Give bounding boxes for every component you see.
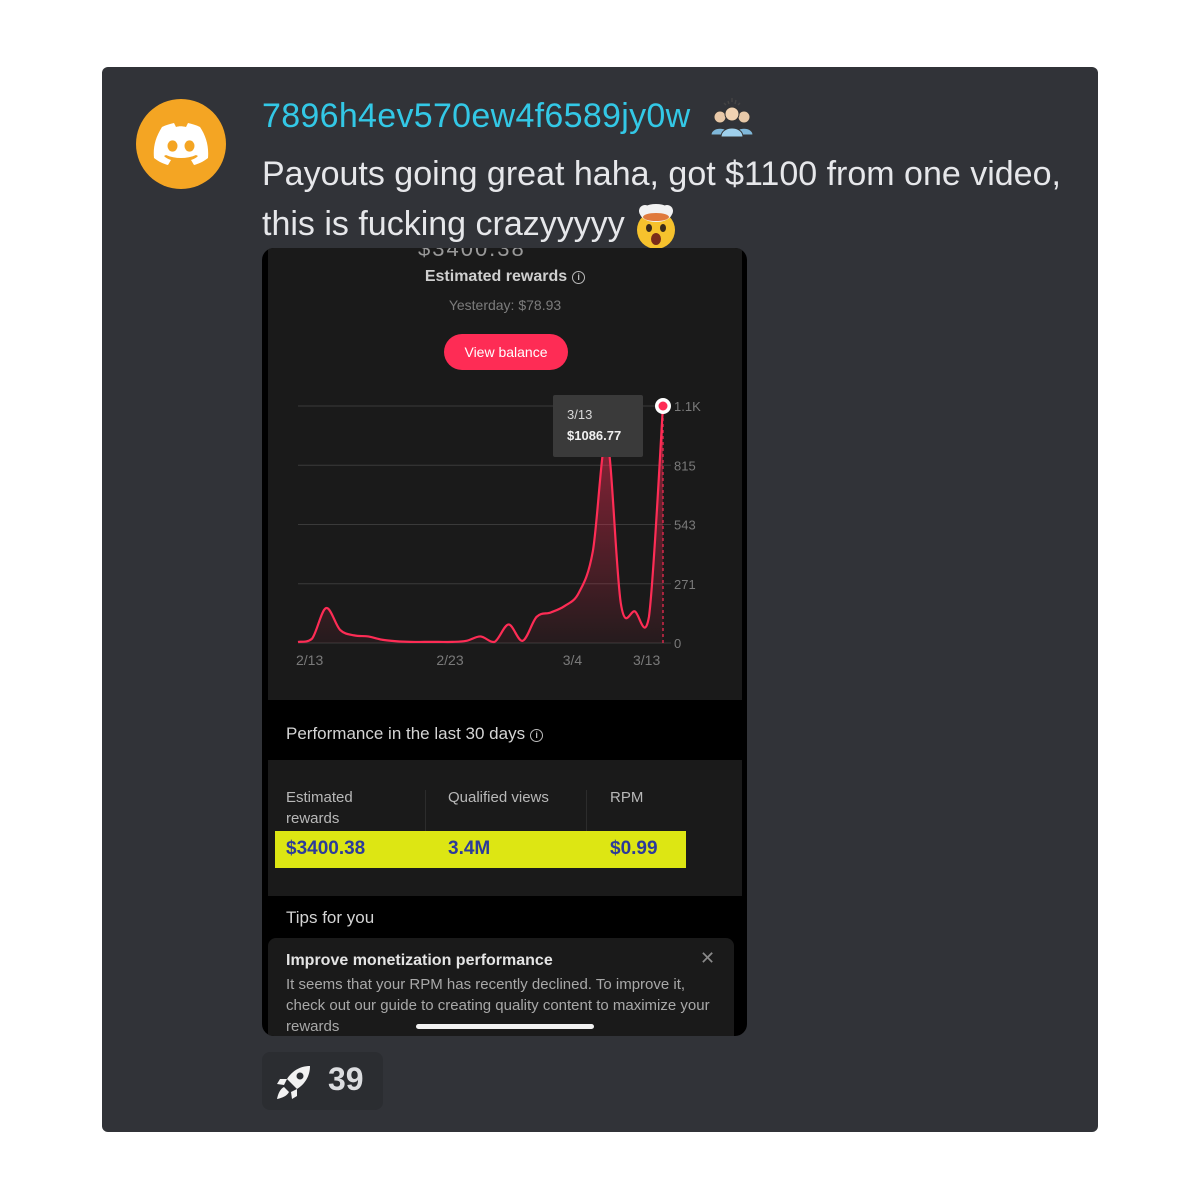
stat-value-qualified-views: 3.4M <box>448 838 491 859</box>
performance-title-text: Performance in the last 30 days <box>286 724 526 743</box>
embedded-screenshot[interactable]: $3400.38 Estimated rewards i Yesterday: $… <box>262 248 747 1036</box>
stat-label-qualified-views: Qualified views <box>448 789 549 806</box>
message-text: Payouts going great haha, got $1100 from… <box>262 149 1082 251</box>
tooltip-date: 3/13 <box>567 407 593 422</box>
reaction-count: 39 <box>328 1061 364 1097</box>
home-indicator <box>416 1024 594 1029</box>
x-tick-label: 2/13 <box>296 652 323 668</box>
tip-heading: Improve monetization performance <box>286 952 553 969</box>
reaction-rocket[interactable]: 39 <box>262 1052 383 1110</box>
performance-stats-panel: Estimated rewards Qualified views RPM $3… <box>268 760 742 896</box>
rewards-chart-panel: $3400.38 Estimated rewards i Yesterday: $… <box>268 248 742 700</box>
x-tick-label: 2/23 <box>436 652 463 668</box>
username[interactable]: 7896h4ev570ew4f6589jy0w <box>262 97 690 136</box>
stat-value-estimated-rewards: $3400.38 <box>286 838 366 859</box>
y-tick-label: 815 <box>674 458 696 473</box>
stat-value-rpm: $0.99 <box>610 838 658 859</box>
discord-avatar[interactable] <box>136 99 226 189</box>
close-icon[interactable]: ✕ <box>700 948 715 969</box>
y-tick-label: 543 <box>674 518 696 533</box>
chart-tooltip: 3/13 $1086.77 <box>553 395 643 457</box>
stat-label-rpm: RPM <box>610 789 644 806</box>
tips-title: Tips for you <box>286 908 375 927</box>
x-tick-label: 3/13 <box>633 652 660 668</box>
stat-label-estimated-rewards: Estimated rewards <box>286 789 353 827</box>
rewards-line-chart: 1.1K 815 543 271 0 2/13 2/23 3/4 3/13 <box>296 398 701 668</box>
rocket-icon <box>277 1066 310 1099</box>
performance-title: Performance in the last 30 days i <box>286 724 544 744</box>
x-tick-label: 3/4 <box>563 652 583 668</box>
user-group-badge-icon <box>710 98 754 138</box>
discord-logo-icon <box>153 123 209 165</box>
column-divider <box>586 790 587 832</box>
exploding-head-emoji-icon <box>636 204 675 250</box>
y-tick-label: 1.1K <box>674 399 701 414</box>
column-divider <box>425 790 426 832</box>
tooltip-value: $1086.77 <box>567 428 622 443</box>
performance-info-icon[interactable]: i <box>530 729 544 742</box>
y-tick-label: 271 <box>674 577 696 592</box>
chart-highlight-point-inner <box>658 401 668 411</box>
tip-card[interactable]: Improve monetization performance ✕ It se… <box>268 938 734 1036</box>
discord-message: 7896h4ev570ew4f6589jy0w Payouts going gr… <box>102 67 1098 1132</box>
y-tick-label: 0 <box>674 636 681 651</box>
